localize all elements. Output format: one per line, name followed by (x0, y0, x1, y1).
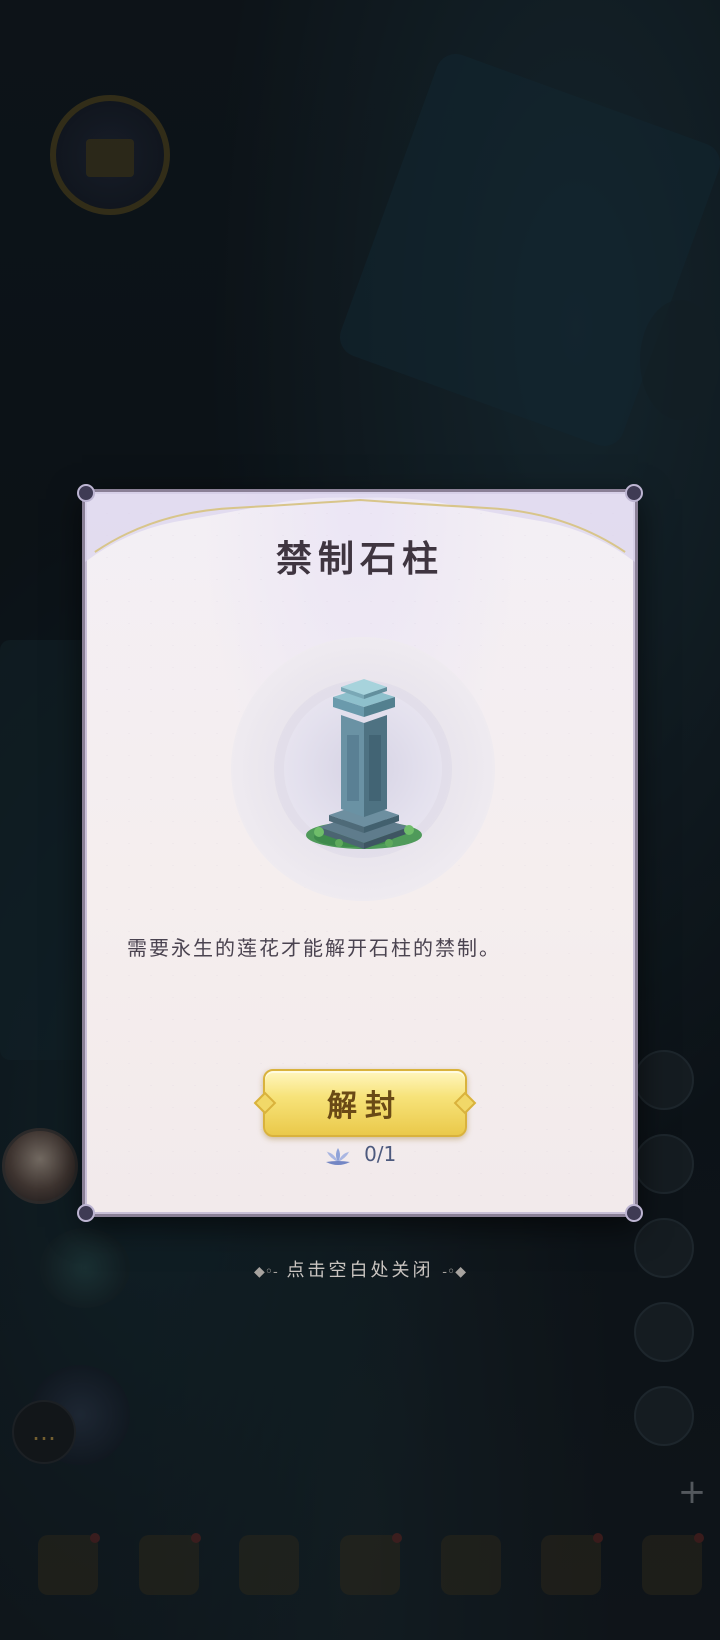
close-hint-deco-right: -◦◆ (442, 1264, 466, 1280)
game-scene[interactable]: … + 禁制石柱 需要永生的莲花才能解开石柱的禁制。 解封 0/1 ◆◦- 点击… (0, 0, 720, 1640)
unseal-cost: 0/1 (85, 1142, 635, 1166)
button-ornament-icon (253, 1091, 277, 1115)
pillar-info-dialog: 禁制石柱 需要永生的莲花才能解开石柱的禁制。 解封 0/1 (77, 484, 643, 1222)
unseal-button[interactable]: 解封 (253, 1069, 477, 1137)
corner-ornament-icon (625, 484, 643, 502)
dialog-title: 禁制石柱 (275, 538, 444, 580)
dialog-description: 需要永生的莲花才能解开石柱的禁制。 (127, 936, 501, 960)
corner-ornament-icon (77, 1204, 95, 1222)
item-display (231, 637, 495, 901)
close-hint-text: 点击空白处关闭 (286, 1260, 434, 1281)
cost-count: 0/1 (364, 1142, 397, 1166)
corner-ornament-icon (77, 484, 95, 502)
corner-ornament-icon (625, 1204, 643, 1222)
unseal-button-label: 解封 (327, 1089, 403, 1124)
lotus-icon (325, 1147, 350, 1165)
button-ornament-icon (453, 1091, 477, 1115)
close-hint-deco-left: ◆◦- (254, 1264, 278, 1280)
stone-pillar-icon (306, 679, 422, 849)
close-hint[interactable]: ◆◦- 点击空白处关闭 -◦◆ (0, 1256, 720, 1282)
